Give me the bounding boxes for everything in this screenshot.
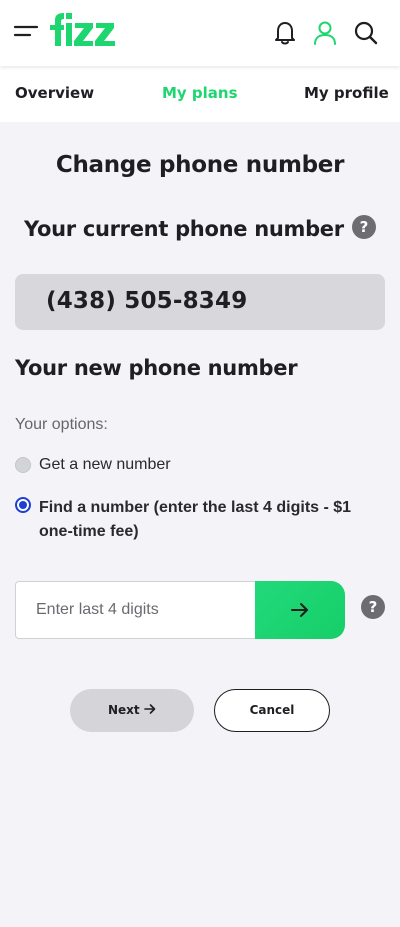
current-phone-number: (438) 505-8349 (46, 288, 248, 314)
tab-overview[interactable]: Overview (15, 84, 94, 102)
app-header (0, 0, 400, 66)
last-4-digits-input[interactable] (15, 581, 257, 639)
current-number-display: (438) 505-8349 (15, 274, 385, 330)
next-button-label: Next (108, 703, 140, 717)
bell-icon[interactable] (272, 20, 298, 46)
options-label: Your options: (15, 416, 108, 433)
tab-my-profile[interactable]: My profile (304, 84, 389, 102)
account-tabs: Overview My plans My profile (0, 66, 400, 122)
option-get-new-number-label[interactable]: Get a new number (39, 456, 171, 474)
next-button[interactable]: Next (70, 689, 194, 732)
search-icon[interactable] (353, 20, 378, 46)
tab-my-plans[interactable]: My plans (162, 84, 238, 102)
help-icon[interactable]: ? (352, 215, 376, 239)
help-icon[interactable]: ? (361, 595, 385, 619)
option-find-number-label[interactable]: Find a number (enter the last 4 digits -… (39, 496, 379, 544)
radio-find-number[interactable] (15, 497, 31, 513)
fizz-logo[interactable] (47, 12, 119, 50)
current-number-heading: Your current phone number (24, 217, 344, 241)
arrow-right-icon (291, 603, 308, 617)
cancel-button[interactable]: Cancel (214, 689, 330, 732)
arrow-right-icon (143, 704, 155, 714)
page-title: Change phone number (55, 152, 345, 178)
user-icon[interactable] (313, 20, 337, 46)
new-number-heading: Your new phone number (15, 356, 298, 380)
radio-get-new-number[interactable] (15, 457, 31, 473)
menu-icon[interactable] (13, 21, 39, 41)
search-digits-button[interactable] (255, 581, 345, 639)
